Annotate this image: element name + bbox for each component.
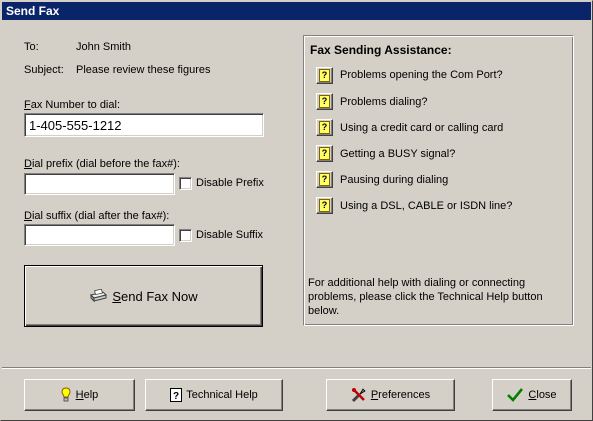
help-question-icon: ? <box>319 147 330 160</box>
help-question-icon: ? <box>319 121 330 134</box>
fax-number-input[interactable]: 1-405-555-1212 <box>24 113 264 137</box>
assistance-title: Fax Sending Assistance: <box>310 43 452 57</box>
lightbulb-icon <box>61 387 71 403</box>
help-credit-card-button[interactable]: ? <box>316 119 333 136</box>
help-pausing-label[interactable]: Pausing during dialing <box>340 174 448 186</box>
svg-text:?: ? <box>173 391 179 402</box>
close-button[interactable]: Close <box>492 379 572 411</box>
window-title: Send Fax <box>2 2 591 20</box>
help-question-icon: ? <box>319 69 330 82</box>
technical-help-label: Technical Help <box>186 389 258 401</box>
help-button-label: Help <box>75 389 99 401</box>
disable-prefix-checkbox[interactable] <box>179 177 192 190</box>
send-fax-now-label: Send Fax Now <box>112 288 198 304</box>
help-dsl-button[interactable]: ? <box>316 197 333 214</box>
disable-suffix-label: Disable Suffix <box>196 229 264 241</box>
technical-help-button[interactable]: ? Technical Help <box>145 379 283 411</box>
dial-prefix-label: Dial prefix (dial before the fax#): <box>24 158 180 170</box>
checkmark-icon <box>507 388 524 402</box>
send-fax-window: Send Fax To: John Smith Subject: Please … <box>0 0 593 421</box>
tools-icon <box>351 387 367 403</box>
assistance-footer-note: For additional help with dialing or conn… <box>308 277 543 317</box>
fax-number-label: Fax Number to dial: <box>24 99 120 111</box>
help-dsl-label[interactable]: Using a DSL, CABLE or ISDN line? <box>340 200 512 212</box>
preferences-button[interactable]: Preferences <box>326 379 455 411</box>
help-busy-signal-label[interactable]: Getting a BUSY signal? <box>340 148 455 160</box>
dial-prefix-input[interactable] <box>24 173 175 195</box>
send-fax-now-button[interactable]: Send Fax Now <box>24 265 263 327</box>
help-question-icon: ? <box>319 199 330 212</box>
preferences-label: Preferences <box>370 389 431 401</box>
fax-machine-icon <box>89 289 108 303</box>
help-question-icon: ? <box>319 95 330 108</box>
disable-suffix-checkbox[interactable] <box>179 229 192 242</box>
dial-suffix-label: Dial suffix (dial after the fax#): <box>24 210 170 222</box>
fax-assistance-panel: Fax Sending Assistance: ? Problems openi… <box>303 35 574 326</box>
question-book-icon: ? <box>170 388 183 402</box>
help-credit-card-label[interactable]: Using a credit card or calling card <box>340 122 503 134</box>
help-dialing-button[interactable]: ? <box>316 93 333 110</box>
help-busy-signal-button[interactable]: ? <box>316 145 333 162</box>
to-value: John Smith <box>76 41 132 53</box>
dial-suffix-input[interactable] <box>24 224 175 246</box>
disable-prefix-label: Disable Prefix <box>196 177 264 189</box>
subject-value: Please review these figures <box>76 64 211 76</box>
help-pausing-button[interactable]: ? <box>316 171 333 188</box>
help-com-port-label[interactable]: Problems opening the Com Port? <box>340 69 503 81</box>
fax-number-value: 1-405-555-1212 <box>29 118 122 133</box>
subject-label: Subject: <box>24 64 64 76</box>
help-dialing-label[interactable]: Problems dialing? <box>340 96 427 108</box>
to-label: To: <box>24 41 39 53</box>
help-question-icon: ? <box>319 173 330 186</box>
help-button[interactable]: Help <box>24 379 135 411</box>
close-label: Close <box>528 389 557 401</box>
help-com-port-button[interactable]: ? <box>316 67 333 84</box>
footer-divider-highlight <box>2 368 591 369</box>
